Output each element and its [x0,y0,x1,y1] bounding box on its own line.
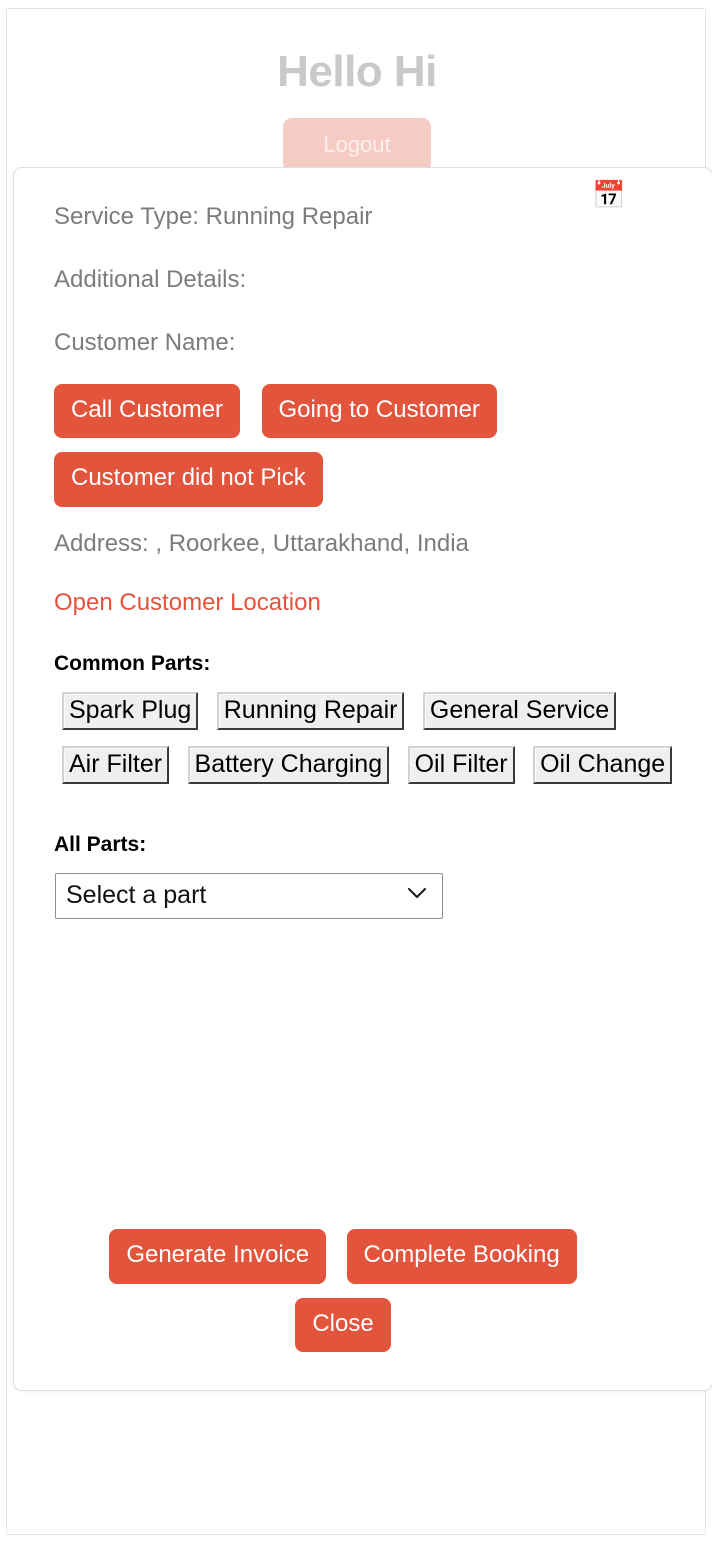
part-button-battery-charging[interactable]: Battery Charging [187,745,390,784]
part-button-oil-filter[interactable]: Oil Filter [407,745,515,784]
page-title: Hello Hi [277,47,437,96]
part-button-running-repair[interactable]: Running Repair [216,691,405,730]
part-button-air-filter[interactable]: Air Filter [62,745,170,784]
call-customer-button[interactable]: Call Customer [54,384,241,439]
additional-details-line: Additional Details: [54,266,247,293]
booking-details-modal: 📅 Service Type: Running Repair Additiona… [13,167,712,1391]
open-customer-location-link[interactable]: Open Customer Location [54,589,321,617]
customer-name-line: Customer Name: [54,329,236,356]
part-select-wrapper: Select a part [54,873,443,919]
calendar-icon: 📅 [592,180,626,210]
page-container: Hello Hi Logout 📅 Service Type: Running … [6,8,712,1535]
logout-button[interactable]: Logout [283,117,431,172]
contact-actions-row: Call Customer Going to Customer [54,384,712,439]
part-button-spark-plug[interactable]: Spark Plug [62,691,199,730]
all-parts-label: All Parts: [54,832,147,856]
part-button-oil-change[interactable]: Oil Change [533,745,673,784]
address-line: Address: , Roorkee, Uttarakhand, India [54,529,469,557]
modal-footer-secondary-row: Close [14,1297,672,1352]
going-to-customer-button[interactable]: Going to Customer [261,384,497,439]
contact-actions-row-secondary: Customer did not Pick [54,452,712,507]
complete-booking-button[interactable]: Complete Booking [346,1229,577,1284]
customer-did-not-pick-button[interactable]: Customer did not Pick [54,452,323,507]
generate-invoice-button[interactable]: Generate Invoice [109,1229,327,1284]
modal-footer: Generate Invoice Complete Booking Close [14,1229,712,1352]
modal-footer-primary-row: Generate Invoice Complete Booking [14,1229,672,1284]
modal-body: 📅 Service Type: Running Repair Additiona… [14,168,712,1390]
part-button-general-service[interactable]: General Service [422,691,617,730]
common-parts-label: Common Parts: [54,651,211,675]
common-parts-list: Spark Plug Running Repair General Servic… [62,691,702,800]
background-page-content: Hello Hi Logout [7,9,707,172]
close-button[interactable]: Close [295,1297,391,1352]
part-select[interactable]: Select a part [55,873,443,919]
